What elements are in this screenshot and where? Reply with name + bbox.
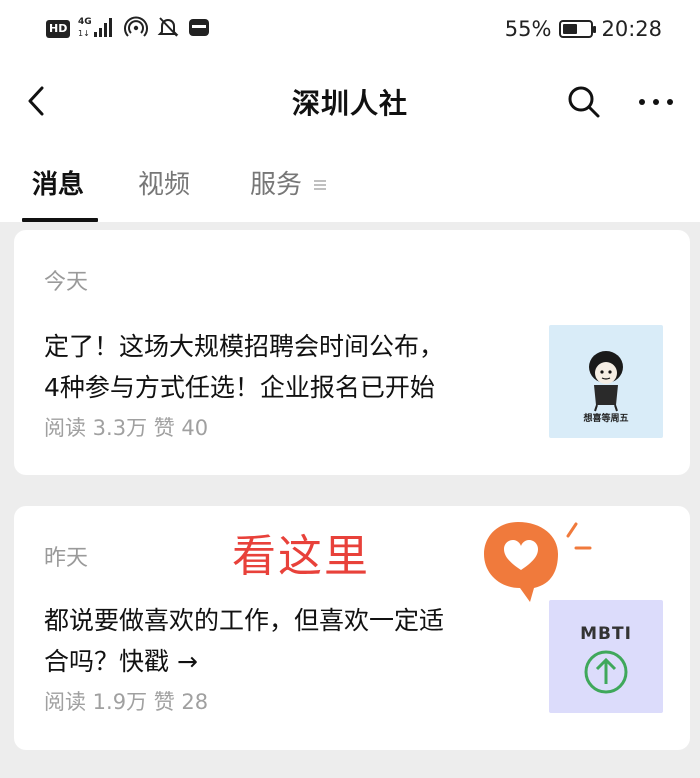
menu-lines-icon[interactable] — [313, 177, 327, 191]
status-right: 55% 20:28 — [505, 14, 662, 44]
article-stats: 阅读 3.3万 赞 40 — [44, 416, 209, 440]
more-icon[interactable] — [636, 84, 676, 120]
tab-messages[interactable]: 消息 — [32, 164, 84, 201]
tab-services[interactable]: 服务 — [250, 164, 302, 201]
article-card[interactable]: 今天 定了！这场大规模招聘会时间公布， 4种参与方式任选！企业报名已开始 阅读 … — [14, 230, 690, 475]
battery-icon — [559, 20, 597, 38]
article-title-line: 定了！这场大规模招聘会时间公布， — [44, 332, 445, 361]
hd-badge: HD — [46, 20, 71, 38]
tab-videos[interactable]: 视频 — [138, 164, 190, 201]
app-notification-icon — [188, 16, 210, 42]
article-stats: 阅读 1.9万 赞 28 — [44, 690, 209, 714]
svg-text:1↓: 1↓ — [78, 29, 90, 38]
article-title-line: 合吗？快戳 → — [44, 647, 198, 676]
article-title-line: 4种参与方式任选！企业报名已开始 — [44, 373, 435, 402]
heart-bubble-icon — [478, 518, 602, 604]
battery-percent: 55% — [504, 17, 552, 41]
signal-icon: 4G 1↓ — [78, 15, 116, 43]
search-icon[interactable] — [566, 84, 602, 120]
mute-bell-icon — [156, 15, 180, 43]
article-thumbnail[interactable]: 想喜等周五 — [549, 325, 663, 438]
tab-bar: 消息 视频 服务 — [0, 160, 700, 222]
up-arrow-circle-icon — [584, 650, 628, 694]
article-title[interactable]: 定了！这场大规模招聘会时间公布， 4种参与方式任选！企业报名已开始 — [44, 326, 530, 408]
thumbnail-caption: 想喜等周五 — [583, 414, 629, 424]
article-thumbnail[interactable]: MBTI — [549, 600, 663, 713]
status-bar: HD 4G 1↓ 55% 20:28 — [0, 0, 700, 60]
hotspot-icon — [124, 15, 149, 43]
svg-text:4G: 4G — [78, 17, 92, 27]
nav-bar: 深圳人社 — [0, 66, 700, 136]
article-title-line: 都说要做喜欢的工作，但喜欢一定适 — [44, 606, 445, 635]
article-title[interactable]: 都说要做喜欢的工作，但喜欢一定适 合吗？快戳 → — [44, 600, 530, 682]
clock: 20:28 — [601, 17, 662, 41]
date-label: 昨天 — [44, 546, 89, 571]
date-label: 今天 — [44, 270, 89, 295]
status-left: HD 4G 1↓ — [46, 16, 210, 42]
annotation-text: 看这里 — [232, 531, 370, 582]
active-tab-indicator — [22, 218, 98, 222]
